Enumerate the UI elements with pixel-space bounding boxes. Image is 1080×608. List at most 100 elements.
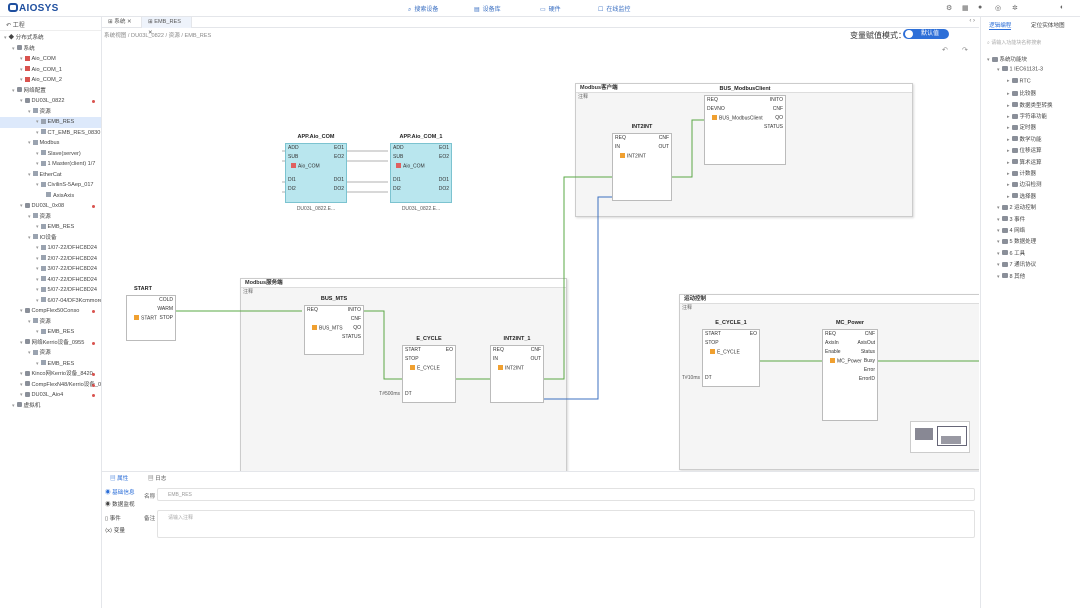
library-item[interactable]: ▾ 2 运动控制 [997, 203, 1036, 211]
toolbar-device-library[interactable]: ▤ 设备库 [474, 4, 501, 13]
chevron-down-icon[interactable]: ▾ [20, 77, 23, 83]
tree-item[interactable]: ▾ 网络Kerrio设备_0955 [0, 338, 101, 349]
input-port[interactable]: REQ [825, 331, 836, 337]
output-port[interactable]: EO1 [412, 145, 449, 151]
chevron-icon[interactable]: ▸ [1007, 114, 1010, 120]
output-port[interactable]: EO2 [307, 154, 344, 160]
function-block-int2int-1[interactable] [490, 345, 544, 403]
sun-icon[interactable]: ✲ [1012, 4, 1018, 12]
chevron-down-icon[interactable]: ▾ [36, 361, 39, 367]
output-port[interactable]: EO [416, 347, 453, 353]
avatar-icon[interactable]: ◐ [1060, 4, 1064, 11]
output-port[interactable]: CNF [324, 316, 361, 322]
chevron-down-icon[interactable]: ▾ [28, 172, 31, 178]
chevron-down-icon[interactable]: ▾ [28, 214, 31, 220]
input-port[interactable]: REQ [493, 347, 504, 353]
library-item[interactable]: ▸ 选择器 [1007, 192, 1036, 200]
tree-item[interactable]: ▾ 资源 [0, 348, 101, 359]
data-output-port[interactable]: DO2 [317, 186, 344, 192]
toolbar-search-device[interactable]: ⌕ 搜索设备 [408, 4, 438, 14]
grid-icon[interactable]: ▦ [962, 4, 969, 12]
chevron-down-icon[interactable]: ▾ [36, 277, 39, 283]
tree-item[interactable]: ▾ Slave(server) [0, 149, 101, 160]
tree-item[interactable]: ▾ 5/07-22/DFHC8D24 [0, 285, 101, 296]
library-item[interactable]: ▸ 边沿检测 [1007, 180, 1042, 188]
side-events[interactable]: ▯ 事件 [105, 514, 121, 522]
input-port[interactable]: ADD [288, 145, 299, 151]
chevron-down-icon[interactable]: ▾ [12, 403, 15, 409]
tree-item[interactable]: ▾ 1 Master(client) 1/7 [0, 159, 101, 170]
input-port[interactable]: START [705, 331, 721, 337]
chevron-down-icon[interactable]: ▾ [12, 88, 15, 94]
chevron-icon[interactable]: ▾ [997, 239, 1000, 245]
chevron-down-icon[interactable]: ▾ [20, 98, 23, 104]
output-port[interactable]: Error [838, 367, 875, 373]
function-block-app-aio-com-1[interactable] [390, 143, 452, 203]
chevron-down-icon[interactable]: ▾ [36, 298, 39, 304]
dt-port[interactable]: DT [405, 391, 412, 397]
tree-item[interactable]: ▾ EMB_RES [0, 327, 101, 338]
output-port[interactable]: EO1 [307, 145, 344, 151]
function-block-app-aio-com[interactable] [285, 143, 347, 203]
input-port[interactable]: REQ [307, 307, 318, 313]
chevron-icon[interactable]: ▾ [997, 251, 1000, 257]
output-port[interactable]: AxisOut [838, 340, 875, 346]
tree-item[interactable]: ▾ 资源 [0, 212, 101, 223]
library-item[interactable]: ▸ 字符串功能 [1007, 112, 1047, 120]
data-output-port[interactable]: DO2 [422, 186, 449, 192]
input-port[interactable]: DEVNO [707, 106, 725, 112]
tree-item[interactable]: ▾ 2/07-22/DFHC8D24 [0, 254, 101, 265]
library-item[interactable]: ▸ 算术运算 [1007, 158, 1042, 166]
chevron-icon[interactable]: ▸ [1007, 78, 1010, 84]
toolbar-hardware[interactable]: ▭ 硬件 [540, 4, 561, 13]
chevron-down-icon[interactable]: ▾ [36, 119, 39, 125]
tree-item[interactable]: ▾ 3/07-22/DFHC8D24 [0, 264, 101, 275]
library-item[interactable]: ▸ 比较器 [1007, 89, 1036, 97]
tree-item[interactable]: ▾ CivilinS-5Aep_017 [0, 180, 101, 191]
side-variables[interactable]: ⟨x⟩ 变量 [105, 526, 125, 534]
input-port[interactable]: IN [615, 144, 620, 150]
output-port[interactable]: CNF [838, 331, 875, 337]
chevron-down-icon[interactable]: ▾ [20, 392, 23, 398]
library-item[interactable]: ▾ 6 工具 [997, 249, 1025, 257]
tab-logic-programming[interactable]: 逻辑编程 [989, 21, 1012, 30]
tree-item[interactable]: ▾ IO设备 [0, 233, 101, 244]
toolbar-online-monitor[interactable]: ☐ 在线监控 [598, 4, 630, 13]
chevron-down-icon[interactable]: ▾ [36, 130, 39, 136]
library-search-input[interactable]: ⌕ 请输入功能块名称搜索 [987, 39, 1075, 48]
tree-item[interactable]: ▾ Aio_COM [0, 54, 101, 65]
tree-item[interactable]: ▾ 4/07-22/DFHC8D24 [0, 275, 101, 286]
chevron-down-icon[interactable]: ▾ [36, 329, 39, 335]
library-item[interactable]: ▸ 计数器 [1007, 169, 1036, 177]
library-item[interactable]: ▾ 5 数据处理 [997, 237, 1036, 245]
input-port[interactable]: REQ [707, 97, 718, 103]
chevron-icon[interactable]: ▸ [1007, 182, 1010, 188]
tree-item[interactable]: ▾ Aio_COM_2 [0, 75, 101, 86]
side-data-monitor[interactable]: ◉ 数据监视 [105, 500, 135, 508]
library-item[interactable]: ▾ 1 IEC61131-3 [997, 66, 1043, 73]
output-port[interactable]: INITO [324, 307, 361, 313]
chevron-icon[interactable]: ▸ [1007, 171, 1010, 177]
input-port[interactable]: SUB [288, 154, 298, 160]
chevron-down-icon[interactable]: ▾ [36, 182, 39, 188]
chevron-icon[interactable]: ▸ [1007, 103, 1010, 109]
minimap[interactable] [910, 421, 970, 453]
tree-item[interactable]: ▾ EMB_RES [0, 359, 101, 370]
output-port[interactable]: Status [838, 349, 875, 355]
chevron-down-icon[interactable]: ▾ [28, 235, 31, 241]
chevron-down-icon[interactable]: ▾ [20, 340, 23, 346]
tab-properties[interactable]: ▤ 属性 [110, 474, 128, 482]
tree-item[interactable]: ▾ ◆ 分布式系统 [0, 33, 101, 44]
settings-icon[interactable]: ⚙ [946, 4, 952, 12]
chevron-icon[interactable]: ▾ [997, 274, 1000, 280]
chevron-icon[interactable]: ▸ [1007, 91, 1010, 97]
chevron-icon[interactable]: ▾ [997, 217, 1000, 223]
chevron-down-icon[interactable]: ▾ [28, 350, 31, 356]
data-input-port[interactable]: DI1 [393, 177, 401, 183]
tab-log[interactable]: ▤ 日志 [148, 474, 166, 482]
data-input-port[interactable]: DI2 [393, 186, 401, 192]
tree-item[interactable]: ▾ 系统 [0, 44, 101, 55]
output-port[interactable]: STATUS [324, 334, 361, 340]
input-port[interactable]: IN [493, 356, 498, 362]
library-item[interactable]: ▸ 数学功能 [1007, 135, 1042, 143]
